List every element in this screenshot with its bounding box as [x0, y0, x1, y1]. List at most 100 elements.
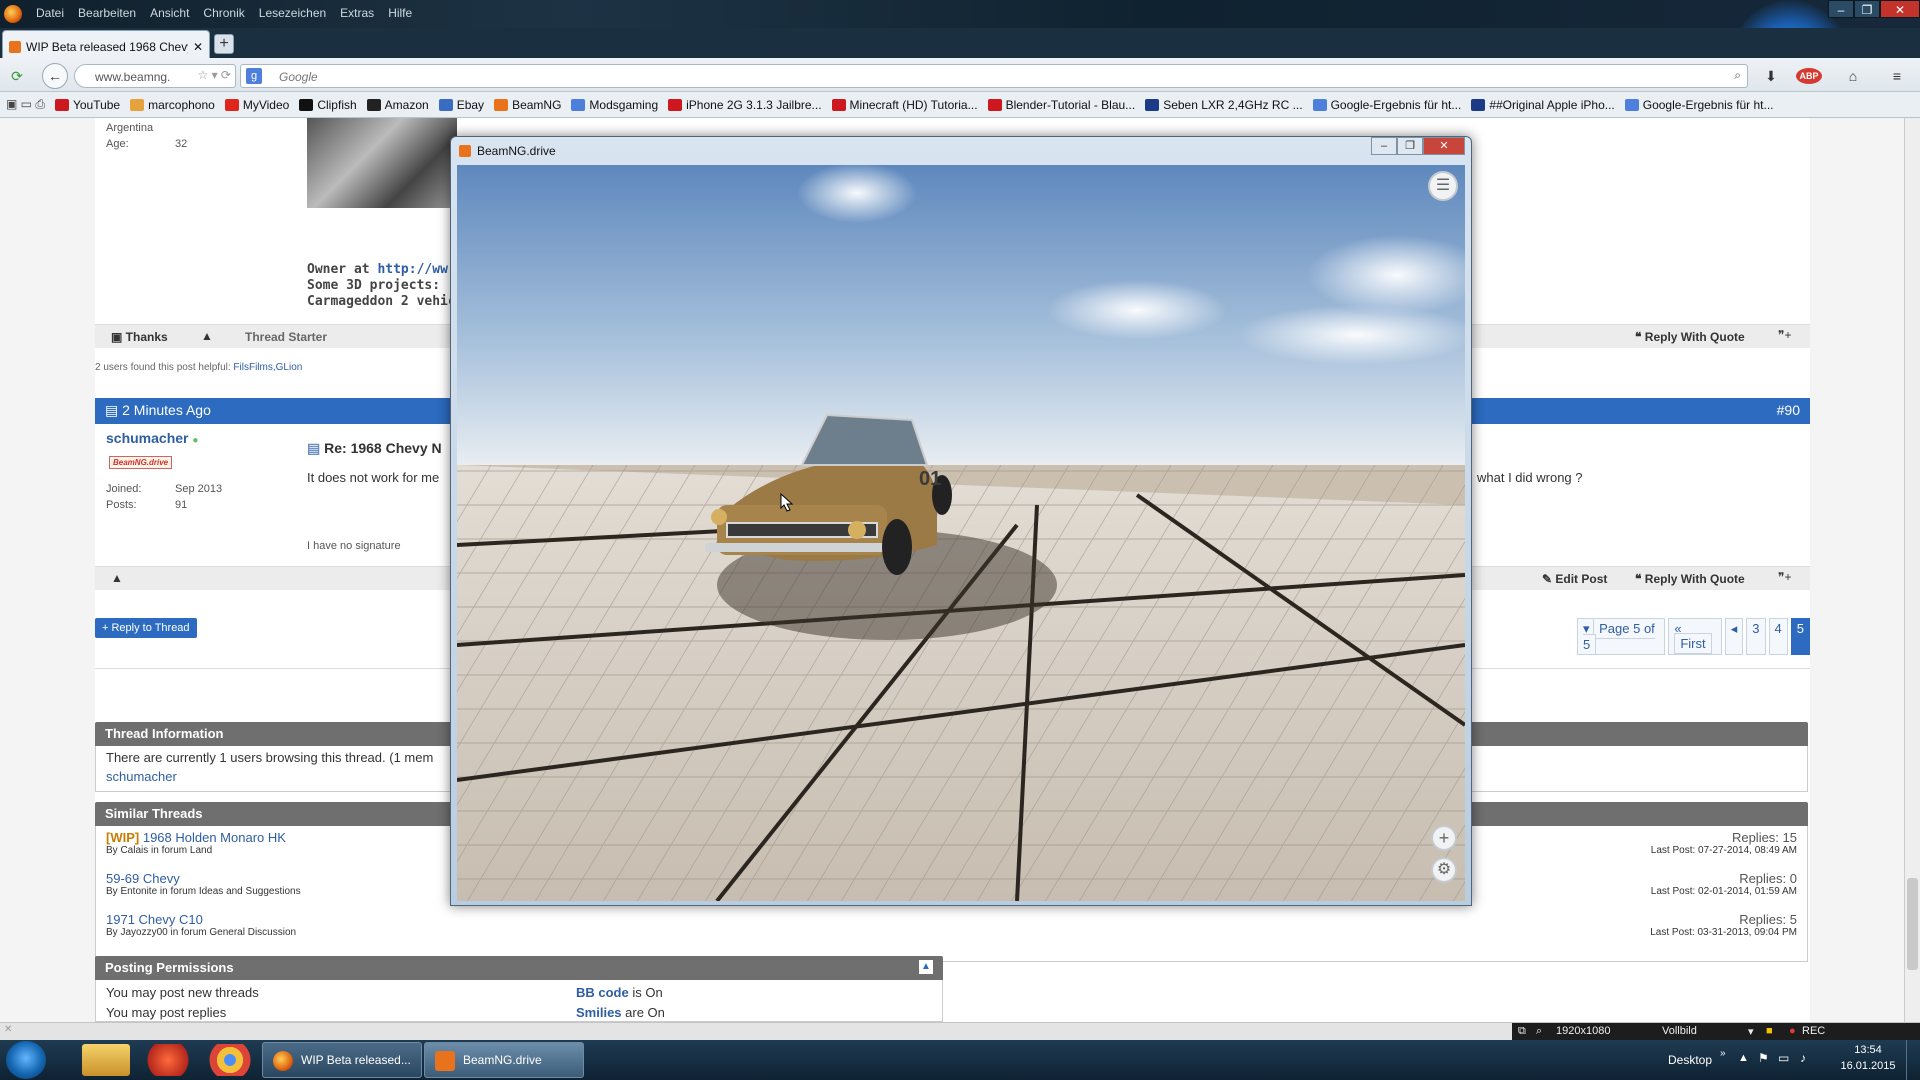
- bookmark-item[interactable]: MyVideo: [224, 98, 289, 112]
- signature-link[interactable]: http://ww: [377, 262, 447, 277]
- edit-post-button[interactable]: ✎ Edit Post: [1542, 572, 1607, 586]
- volume-icon[interactable]: ♪: [1800, 1051, 1806, 1065]
- bookmark-item[interactable]: Ebay: [438, 98, 484, 112]
- bookmark-item[interactable]: iPhone 2G 3.1.3 Jailbre...: [668, 98, 822, 112]
- bookmark-item[interactable]: Google-Ergebnis für ht...: [1624, 98, 1773, 112]
- multiquote-icon[interactable]: ❞+: [1778, 328, 1791, 342]
- similar-thread-link[interactable]: 1971 Chevy C10: [106, 912, 203, 927]
- game-maximize-button[interactable]: ❐: [1397, 137, 1423, 155]
- reply-to-thread-button[interactable]: + Reply to Thread: [95, 618, 197, 638]
- settings-gear-button[interactable]: ⚙: [1431, 857, 1457, 883]
- sync-icon[interactable]: ⟳: [6, 65, 28, 87]
- page-selector[interactable]: ▾ Page 5 of 5: [1577, 618, 1666, 655]
- bookmark-item[interactable]: Clipfish: [299, 98, 357, 112]
- page-scrollbar[interactable]: [1904, 118, 1920, 1022]
- post-number[interactable]: #90: [1777, 402, 1800, 418]
- helpful-users-link[interactable]: FilsFilms,GLion: [233, 362, 302, 373]
- close-button[interactable]: ✕: [1880, 0, 1920, 18]
- restore-button[interactable]: ❐: [1854, 0, 1880, 18]
- back-button[interactable]: ←: [42, 63, 68, 89]
- clock-date[interactable]: 16.01.2015: [1838, 1060, 1898, 1072]
- tray-show-hidden-icon[interactable]: ▲: [1738, 1052, 1749, 1064]
- network-icon[interactable]: ▭: [1778, 1051, 1789, 1065]
- collapse-icon[interactable]: ▲: [919, 960, 933, 974]
- minimize-button[interactable]: –: [1828, 0, 1854, 18]
- game-menu-button[interactable]: ☰: [1428, 171, 1458, 201]
- clock-time[interactable]: 13:54: [1844, 1044, 1892, 1056]
- bookmark-item[interactable]: Seben LXR 2,4GHz RC ...: [1145, 98, 1303, 112]
- menu-datei[interactable]: Datei: [36, 6, 64, 20]
- chrome-icon[interactable]: [206, 1044, 254, 1076]
- toolbar-expand-icon[interactable]: »: [1720, 1048, 1726, 1059]
- zoom-in-button[interactable]: +: [1431, 825, 1457, 851]
- taskbar-task-beamng[interactable]: BeamNG.drive: [424, 1042, 584, 1078]
- menu-ansicht[interactable]: Ansicht: [150, 6, 189, 20]
- reply-with-quote-button[interactable]: ❝ Reply With Quote: [1635, 330, 1745, 344]
- record-button[interactable]: REC: [1802, 1025, 1825, 1037]
- beamng-window[interactable]: BeamNG.drive – ❐ ✕ 01 ☰ + ⚙: [450, 136, 1472, 906]
- camera-icon[interactable]: ⧉: [1518, 1025, 1526, 1038]
- desktop-toolbar[interactable]: Desktop: [1668, 1053, 1712, 1067]
- zoom-icon[interactable]: ⌕: [1536, 1025, 1542, 1038]
- bookmark-item[interactable]: ##Original Apple iPho...: [1471, 98, 1615, 112]
- menu-bearbeiten[interactable]: Bearbeiten: [78, 6, 136, 20]
- download-icon[interactable]: ⬇: [1760, 65, 1782, 87]
- first-page-button[interactable]: « First: [1668, 618, 1722, 655]
- bookmark-item[interactable]: Google-Ergebnis für ht...: [1312, 98, 1461, 112]
- menu-hilfe[interactable]: Hilfe: [388, 6, 412, 20]
- reply-with-quote-button[interactable]: ❝ Reply With Quote: [1635, 572, 1745, 586]
- bookmark-item[interactable]: BeamNG: [494, 98, 561, 112]
- bb-code-link[interactable]: BB code: [576, 985, 629, 1000]
- multiquote-icon[interactable]: ❞+: [1778, 570, 1791, 584]
- thanks-button[interactable]: ▣ Thanks: [111, 330, 168, 344]
- smilies-link[interactable]: Smilies: [576, 1005, 622, 1020]
- game-close-button[interactable]: ✕: [1423, 137, 1465, 155]
- search-engine-icon[interactable]: g: [246, 68, 262, 84]
- firefox-logo-icon[interactable]: [4, 5, 22, 23]
- posting-permissions-header: Posting Permissions ▲: [95, 956, 943, 980]
- bookmark-item[interactable]: Minecraft (HD) Tutoria...: [831, 98, 978, 112]
- home-icon[interactable]: ⌂: [1842, 65, 1864, 87]
- similar-thread-link[interactable]: 1968 Holden Monaro HK: [143, 830, 286, 845]
- menu-extras[interactable]: Extras: [340, 6, 374, 20]
- explorer-icon[interactable]: [82, 1044, 130, 1076]
- hamburger-menu-icon[interactable]: ≡: [1886, 65, 1908, 87]
- search-box[interactable]: g Google ⌕: [240, 64, 1748, 88]
- scrollbar-thumb[interactable]: [1907, 878, 1918, 970]
- warning-icon[interactable]: ▲: [201, 329, 213, 343]
- similar-thread-link[interactable]: 59-69 Chevy: [106, 871, 180, 886]
- bookmark-item[interactable]: YouTube: [54, 98, 120, 112]
- bookmark-item[interactable]: Blender-Tutorial - Blau...: [987, 98, 1135, 112]
- post-author-link[interactable]: schumacher ●: [106, 430, 198, 446]
- filezilla-icon[interactable]: [144, 1044, 192, 1076]
- game-viewport[interactable]: 01 ☰ + ⚙: [457, 165, 1465, 901]
- menu-lesezeichen[interactable]: Lesezeichen: [259, 6, 326, 20]
- page-4-button[interactable]: 4: [1768, 618, 1788, 655]
- tab-close-icon[interactable]: ✕: [193, 40, 203, 54]
- capture-mode[interactable]: Vollbild: [1662, 1025, 1697, 1037]
- page-5-button[interactable]: 5: [1790, 618, 1810, 655]
- adblock-icon[interactable]: ABP: [1796, 68, 1822, 84]
- url-bar[interactable]: www.beamng. ☆ ▾ ⟳: [74, 64, 236, 88]
- bookmark-item[interactable]: marcophono: [130, 98, 215, 112]
- clipfish-icon: [299, 98, 314, 111]
- tab-active[interactable]: WIP Beta released 1968 Chevy... ✕: [2, 30, 210, 58]
- snapshot-icon[interactable]: ■: [1766, 1025, 1773, 1037]
- car-headlight-left: [711, 509, 727, 525]
- start-button[interactable]: [6, 1041, 46, 1079]
- close-icon[interactable]: ✕: [4, 1024, 12, 1035]
- menu-chronik[interactable]: Chronik: [203, 6, 244, 20]
- page-3-button[interactable]: 3: [1746, 618, 1766, 655]
- report-icon[interactable]: ▲: [111, 571, 123, 585]
- bookmark-item[interactable]: Amazon: [366, 98, 429, 112]
- show-desktop-button[interactable]: [1906, 1040, 1920, 1080]
- taskbar-task-firefox[interactable]: WIP Beta released...: [262, 1042, 422, 1078]
- action-center-flag-icon[interactable]: ⚑: [1758, 1051, 1769, 1065]
- bookmark-star-icon[interactable]: ☆ ▾ ⟳: [197, 68, 231, 82]
- dropdown-icon[interactable]: ▾: [1748, 1025, 1754, 1038]
- game-minimize-button[interactable]: –: [1371, 137, 1397, 155]
- search-magnifier-icon[interactable]: ⌕: [1734, 68, 1741, 83]
- new-tab-button[interactable]: +: [214, 34, 234, 54]
- bookmark-item[interactable]: Modsgaming: [571, 98, 658, 112]
- prev-page-button[interactable]: ◂: [1724, 618, 1744, 655]
